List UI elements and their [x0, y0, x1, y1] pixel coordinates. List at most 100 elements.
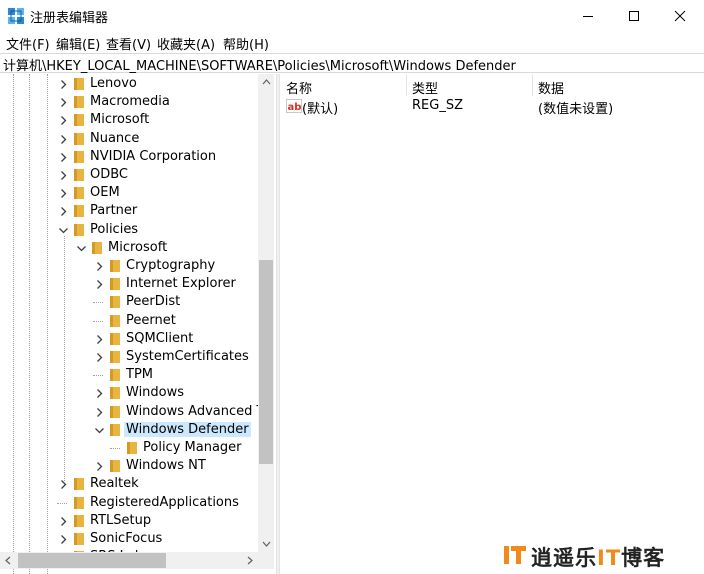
tree-item-label: Cryptography [126, 258, 216, 273]
folder-icon [110, 296, 120, 309]
maximize-button[interactable] [611, 0, 657, 31]
chevron-right-icon[interactable] [59, 134, 68, 144]
chevron-down-icon[interactable] [95, 426, 104, 435]
scroll-down-button[interactable] [258, 536, 274, 552]
column-name[interactable]: 名称 [286, 78, 312, 97]
tree-item[interactable]: Microsoft [0, 239, 258, 257]
tree-item[interactable]: Windows Advanced T [0, 403, 264, 421]
tree-item[interactable]: TPM [0, 366, 258, 384]
address-bar[interactable]: 计算机\HKEY_LOCAL_MACHINE\SOFTWARE\Policies… [0, 53, 704, 74]
chevron-right-icon[interactable] [95, 407, 104, 417]
folder-icon [74, 132, 84, 145]
tree-item[interactable]: OEM [0, 184, 258, 202]
menu-help[interactable]: 帮助(H) [223, 34, 269, 53]
folder-icon [110, 260, 120, 272]
chevron-right-icon[interactable] [59, 152, 68, 162]
chevron-up-icon [262, 79, 270, 85]
chevron-right-icon[interactable] [59, 116, 68, 126]
tree-item-label: SQMClient [126, 330, 194, 346]
tree-item[interactable]: Microsoft [0, 111, 258, 129]
folder-icon [74, 187, 84, 200]
column-divider[interactable] [406, 74, 407, 96]
tree-item[interactable]: Windows Defender [0, 421, 258, 439]
tree-item-label: Windows NT [126, 458, 206, 474]
tree-item-label: Realtek [90, 476, 139, 492]
list-header: 名称 类型 数据 [281, 74, 704, 97]
chevron-right-icon[interactable] [59, 535, 68, 544]
chevron-right-icon[interactable] [59, 480, 68, 490]
list-row[interactable]: ab (默认) REG_SZ (数值未设置) [281, 96, 704, 117]
pane-splitter[interactable] [276, 74, 280, 574]
value-name: (默认) [302, 102, 339, 117]
string-value-icon: ab [286, 99, 302, 113]
menu-view[interactable]: 查看(V) [106, 34, 151, 53]
scroll-left-button[interactable] [0, 552, 16, 569]
scroll-right-button[interactable] [242, 552, 258, 569]
tree-item[interactable]: Realtek [0, 475, 258, 493]
value-list[interactable]: 名称 类型 数据 ab (默认) REG_SZ (数值未设置) [281, 74, 704, 574]
tree-item[interactable]: RegisteredApplications [0, 494, 258, 512]
chevron-down-icon[interactable] [59, 226, 68, 235]
folder-icon [74, 496, 84, 509]
tree-vertical-scrollbar[interactable] [258, 74, 274, 552]
chevron-right-icon[interactable] [59, 80, 68, 89]
tree-item[interactable]: SystemCertificates [0, 348, 258, 366]
chevron-right-icon[interactable] [95, 462, 104, 472]
chevron-right-icon[interactable] [59, 516, 68, 526]
chevron-right-icon[interactable] [95, 353, 104, 362]
tree-item-label: Internet Explorer [126, 276, 236, 292]
chevron-down-icon[interactable] [77, 244, 86, 253]
chevron-right-icon[interactable] [59, 207, 68, 217]
tree-guide-line [93, 375, 103, 377]
tree-item[interactable]: Internet Explorer [0, 275, 258, 293]
tree-item-label: OEM [90, 185, 120, 201]
chevron-right-icon[interactable] [59, 189, 68, 199]
tree-item[interactable]: Partner [0, 202, 258, 220]
tree-item[interactable]: Cryptography [0, 257, 258, 275]
tree-item[interactable]: Peernet [0, 312, 258, 330]
tree-item[interactable]: Policy Manager [0, 439, 258, 457]
chevron-right-icon[interactable] [59, 98, 68, 108]
tree-item[interactable]: NVIDIA Corporation [0, 148, 258, 166]
folder-icon [74, 114, 84, 127]
address-path[interactable]: 计算机\HKEY_LOCAL_MACHINE\SOFTWARE\Policies… [3, 55, 516, 74]
column-data[interactable]: 数据 [538, 78, 564, 97]
tree-guide-line [57, 502, 67, 504]
menu-favorites[interactable]: 收藏夹(A) [157, 34, 215, 53]
close-button[interactable] [657, 0, 703, 31]
tree-item-label: Peernet [126, 312, 176, 328]
minimize-button[interactable] [565, 0, 611, 31]
tree-item-label: TPM [126, 367, 153, 383]
tree-item[interactable]: Policies [0, 221, 258, 239]
tree-item[interactable]: Windows [0, 384, 258, 402]
scroll-up-button[interactable] [258, 74, 274, 90]
tree-item[interactable]: SonicFocus [0, 530, 258, 548]
tree-item[interactable]: Lenovo [0, 75, 258, 93]
tree-item[interactable]: Nuance [0, 130, 258, 148]
tree-item[interactable]: ODBC [0, 166, 258, 184]
key-tree[interactable]: Lenovo Macromedia Microsoft Nuance NVIDIA Co… [0, 74, 276, 574]
menu-edit[interactable]: 编辑(E) [56, 34, 100, 53]
tree-item[interactable]: PeerDist [0, 293, 258, 311]
regedit-icon [8, 8, 24, 24]
column-type[interactable]: 类型 [412, 78, 438, 97]
tree-item-label: NVIDIA Corporation [90, 148, 217, 164]
chevron-right-icon [247, 556, 253, 565]
minimize-icon [583, 15, 593, 17]
menu-file[interactable]: 文件(F) [6, 34, 50, 53]
tree-item[interactable]: SQMClient [0, 330, 258, 348]
chevron-right-icon[interactable] [95, 389, 104, 399]
vertical-scroll-thumb[interactable] [259, 260, 273, 464]
horizontal-scroll-thumb[interactable] [18, 553, 166, 568]
chevron-right-icon[interactable] [95, 334, 104, 344]
svg-text:ab: ab [288, 102, 302, 113]
chevron-right-icon[interactable] [95, 280, 104, 290]
chevron-right-icon[interactable] [95, 262, 104, 271]
tree-horizontal-scrollbar[interactable] [0, 552, 258, 569]
tree-item[interactable]: RTLSetup [0, 512, 258, 530]
tree-item[interactable]: Windows NT [0, 457, 258, 475]
column-divider[interactable] [532, 74, 533, 96]
tree-guide-line [110, 448, 120, 449]
tree-item[interactable]: Macromedia [0, 93, 258, 111]
chevron-right-icon[interactable] [59, 171, 68, 180]
